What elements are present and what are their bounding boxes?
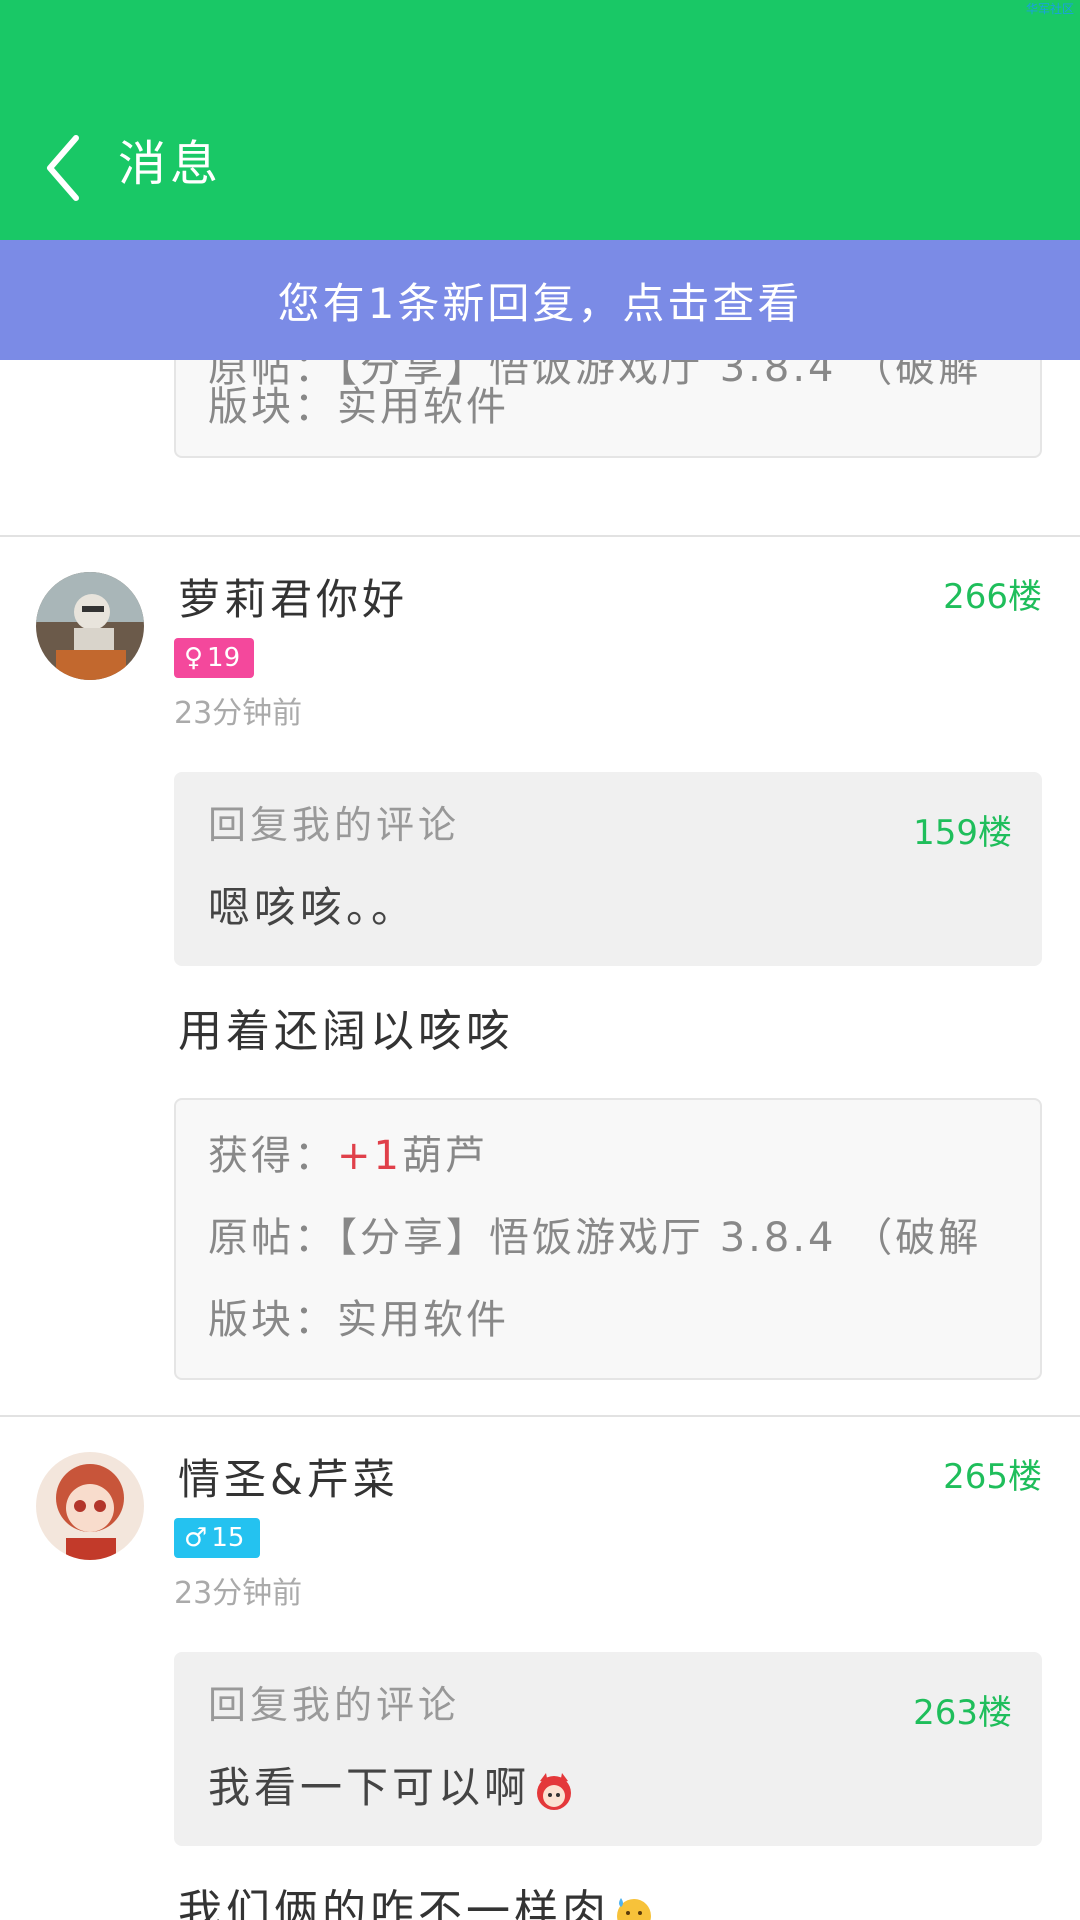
post-info-box[interactable]: 原帖：【分享】悟饭游戏厅 3.8.4 （破解 版块：实用软件	[174, 360, 1042, 458]
sweat-smile-emoji-icon	[617, 1898, 651, 1920]
quote-floor-number: 159楼	[913, 813, 1012, 853]
quote-label: 回复我的评论	[208, 803, 461, 847]
corner-tag: 华军社区	[1025, 2, 1074, 16]
quote-floor-number: 263楼	[913, 1693, 1012, 1733]
floor-number: 265楼	[943, 1457, 1042, 1497]
avatar[interactable]	[36, 572, 144, 680]
avatar-image	[36, 1452, 144, 1560]
quote-text: 我看一下可以啊	[208, 1763, 531, 1812]
username[interactable]: 萝莉君你好	[178, 572, 408, 628]
floor-number: 266楼	[943, 577, 1042, 617]
female-icon: ♀	[184, 643, 204, 673]
username[interactable]: 情圣&芹菜	[178, 1452, 399, 1508]
reply-comment: 我们俩的咋不一样肉	[178, 1886, 610, 1920]
quote-text-wrap: 我看一下可以啊	[208, 1760, 576, 1816]
reply-comment-wrap: 我们俩的咋不一样肉	[178, 1882, 656, 1920]
male-icon: ♂	[184, 1523, 208, 1553]
cartoon-face-emoji-icon	[537, 1772, 572, 1810]
gender-level-badge: ♂ 15	[174, 1518, 260, 1558]
divider	[0, 535, 1080, 537]
reward-prefix: 获得：	[208, 1133, 337, 1179]
section-line: 版块：实用软件	[208, 384, 509, 430]
user-level: 19	[207, 643, 241, 673]
page-title: 消息	[118, 136, 223, 192]
reward-value: +1	[337, 1133, 402, 1179]
original-post-line: 原帖：【分享】悟饭游戏厅 3.8.4 （破解	[208, 1215, 982, 1261]
user-level: 15	[211, 1523, 245, 1553]
reward-line: 获得：+1葫芦	[208, 1128, 488, 1184]
quoted-comment[interactable]: 回复我的评论 159楼 嗯咳咳。。	[174, 772, 1042, 966]
reward-unit: 葫芦	[401, 1133, 488, 1179]
app-header: 华军社区 消息	[0, 0, 1080, 240]
avatar[interactable]	[36, 1452, 144, 1560]
timestamp: 23分钟前	[174, 696, 303, 731]
post-info-box[interactable]: 获得：+1葫芦 原帖：【分享】悟饭游戏厅 3.8.4 （破解 版块：实用软件	[174, 1098, 1042, 1380]
avatar-image	[36, 572, 144, 680]
new-reply-banner[interactable]: 您有1条新回复，点击查看	[0, 240, 1080, 360]
gender-level-badge: ♀ 19	[174, 638, 254, 678]
timestamp: 23分钟前	[174, 1576, 303, 1611]
section-line: 版块：实用软件	[208, 1297, 509, 1343]
back-button[interactable]	[40, 128, 90, 208]
reply-comment: 用着还阔以咳咳	[178, 1006, 514, 1057]
quote-text: 嗯咳咳。。	[208, 883, 418, 932]
quote-label: 回复我的评论	[208, 1683, 461, 1727]
quoted-comment[interactable]: 回复我的评论 263楼 我看一下可以啊	[174, 1652, 1042, 1846]
divider	[0, 1415, 1080, 1417]
chevron-left-icon	[47, 135, 79, 201]
message-list[interactable]: 原帖：【分享】悟饭游戏厅 3.8.4 （破解 版块：实用软件 萝莉君你好 266…	[0, 360, 1080, 1920]
